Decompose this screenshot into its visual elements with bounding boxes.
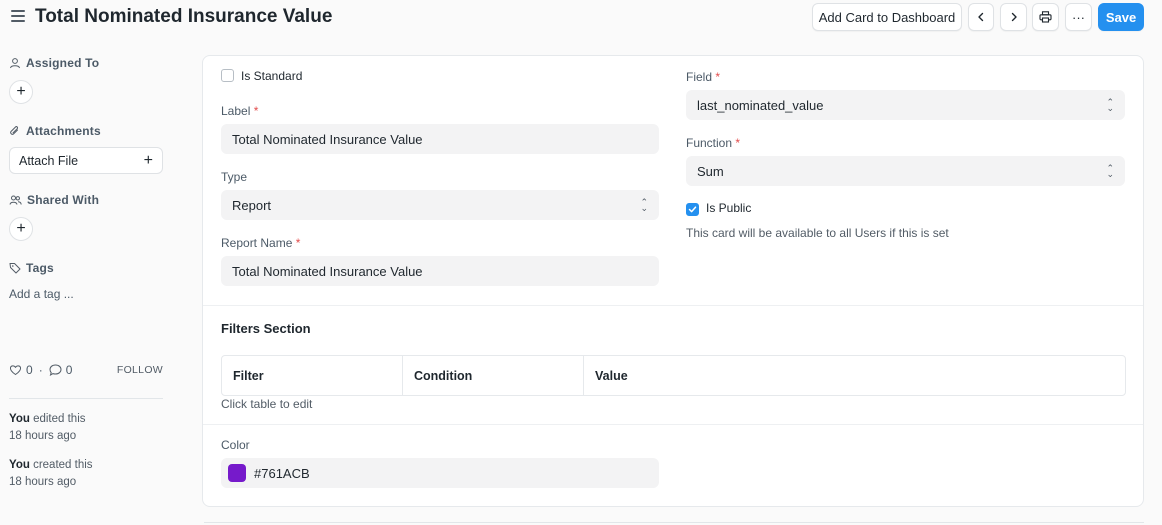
select-arrows-icon: ⌃ ⌄ [640,197,648,213]
is-public-checkbox[interactable] [686,203,699,216]
report-name-input[interactable]: Total Nominated Insurance Value [221,256,659,286]
users-icon [9,195,22,205]
table-header-value: Value [595,368,628,383]
next-record-button[interactable] [1000,3,1027,31]
table-header-filter: Filter [222,356,403,395]
plus-icon: + [16,83,26,100]
print-button[interactable] [1032,3,1059,31]
previous-record-button[interactable] [968,3,994,31]
activity-item: You edited this 18 hours ago [9,413,86,442]
section-divider [203,424,1143,425]
function-field-label: Function * [686,136,741,150]
comments-count: 0 [65,363,73,377]
attachments-label: Attachments [9,124,101,138]
tags-label: Tags [9,261,54,275]
plus-icon: + [16,220,26,237]
likes-comments-row: 0 · 0 FOLLOW [9,363,163,377]
activity-item: You created this 18 hours ago [9,459,93,488]
report-name-field-label: Report Name * [221,236,301,250]
filters-table[interactable]: Filter Condition Value [221,355,1126,396]
menu-icon[interactable] [11,10,25,22]
table-edit-hint: Click table to edit [221,397,313,411]
attach-file-button[interactable]: Attach File + [9,147,163,174]
paperclip-icon [10,126,19,135]
filters-section-title: Filters Section [221,321,311,336]
printer-icon [1039,11,1052,23]
chevron-right-icon [1011,12,1017,22]
tag-icon [9,263,21,274]
table-header-condition: Condition [403,356,584,395]
page-title: Total Nominated Insurance Value [35,6,333,27]
add-tag-link[interactable]: Add a tag ... [9,287,74,301]
user-icon [10,58,20,69]
form-sidebar: Assigned To + Attachments Attach File + … [0,36,180,525]
heart-icon[interactable] [9,364,22,376]
color-swatch[interactable] [228,464,246,482]
assigned-to-label: Assigned To [9,56,99,70]
separator-dot: · [38,363,43,377]
type-select[interactable]: Report ⌃ ⌄ [221,190,659,220]
bottom-divider [204,522,1144,523]
form-card: Is Standard Label * Total Nominated Insu… [202,55,1144,507]
select-arrows-icon: ⌃ ⌄ [1106,163,1114,179]
is-public-label: Is Public [706,201,752,215]
chevron-left-icon [978,12,984,22]
is-public-help-text: This card will be available to all Users… [686,226,949,240]
sidebar-divider [9,398,163,399]
select-arrows-icon: ⌃ ⌄ [1106,97,1114,113]
comment-icon[interactable] [49,364,62,376]
page-header: Total Nominated Insurance Value Add Card… [0,0,1162,36]
label-field-label: Label * [221,104,259,118]
function-select[interactable]: Sum ⌃ ⌄ [686,156,1125,186]
more-actions-button[interactable]: ··· [1065,3,1092,31]
check-icon [688,206,697,213]
likes-count: 0 [26,363,33,377]
add-share-button[interactable]: + [9,217,33,241]
label-input[interactable]: Total Nominated Insurance Value [221,124,659,154]
shared-with-label: Shared With [9,193,99,207]
type-field-label: Type [221,170,248,184]
follow-button[interactable]: FOLLOW [117,364,163,376]
field-field-label: Field * [686,70,721,84]
add-card-to-dashboard-button[interactable]: Add Card to Dashboard [812,3,962,31]
color-picker-input[interactable]: #761ACB [221,458,659,488]
save-button[interactable]: Save [1098,3,1144,31]
field-select[interactable]: last_nominated_value ⌃ ⌄ [686,90,1125,120]
section-divider [203,305,1143,306]
add-assignee-button[interactable]: + [9,80,33,104]
is-standard-checkbox[interactable] [221,69,234,82]
plus-icon: + [143,151,153,169]
is-standard-label: Is Standard [241,69,303,83]
color-field-label: Color [221,438,250,452]
